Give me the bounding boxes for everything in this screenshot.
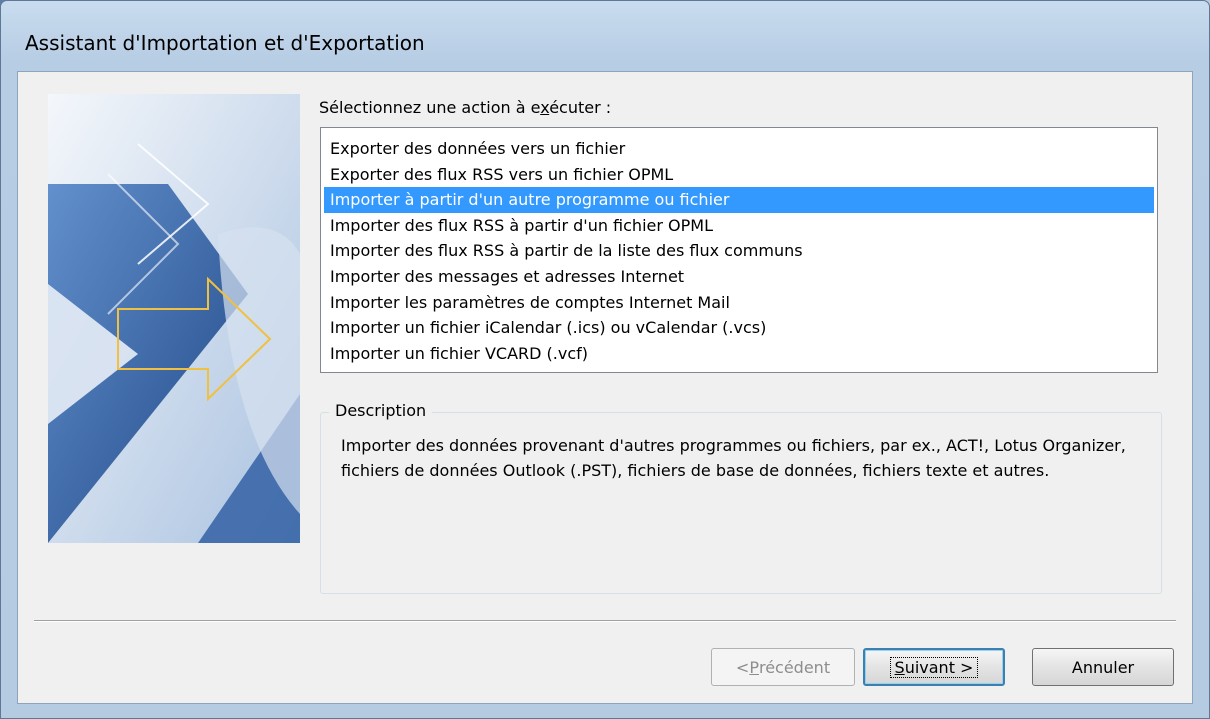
- action-list-item[interactable]: Importer des flux RSS à partir de la lis…: [324, 238, 1154, 264]
- next-button[interactable]: Suivant >: [863, 648, 1005, 686]
- action-list-item[interactable]: Exporter des données vers un fichier: [324, 136, 1154, 162]
- description-group: Description Importer des données provena…: [320, 401, 1162, 594]
- action-prompt-label: Sélectionnez une action à exécuter :: [319, 98, 612, 117]
- action-list-item[interactable]: Importer des flux RSS à partir d'un fich…: [324, 213, 1154, 239]
- action-list-item[interactable]: Importer des messages et adresses Intern…: [324, 264, 1154, 290]
- action-listbox[interactable]: Exporter des données vers un fichier Expo…: [320, 127, 1158, 373]
- action-list-item[interactable]: Importer les paramètres de comptes Inter…: [324, 290, 1154, 316]
- action-list-item[interactable]: Importer à partir d'un autre programme o…: [324, 187, 1154, 213]
- arrow-graphic-icon: [48, 94, 300, 543]
- action-list-item[interactable]: Exporter des flux RSS vers un fichier OP…: [324, 162, 1154, 188]
- description-label: Description: [329, 401, 433, 420]
- footer-separator: [34, 620, 1176, 622]
- action-list-item[interactable]: Importer un fichier VCARD (.vcf): [324, 341, 1154, 367]
- cancel-button[interactable]: Annuler: [1032, 648, 1174, 686]
- title-bar[interactable]: Assistant d'Importation et d'Exportation: [1, 1, 1209, 71]
- previous-button[interactable]: < Précédent: [711, 648, 855, 686]
- wizard-banner-image: [48, 94, 300, 543]
- import-export-wizard-dialog: Assistant d'Importation et d'Exportation: [0, 0, 1210, 719]
- window-title: Assistant d'Importation et d'Exportation: [25, 31, 425, 55]
- description-text: Importer des données provenant d'autres …: [341, 436, 1126, 480]
- focus-indicator: Suivant >: [889, 656, 979, 678]
- dialog-client-area: Sélectionnez une action à exécuter : Exp…: [17, 71, 1193, 704]
- action-list-item[interactable]: Importer un fichier iCalendar (.ics) ou …: [324, 315, 1154, 341]
